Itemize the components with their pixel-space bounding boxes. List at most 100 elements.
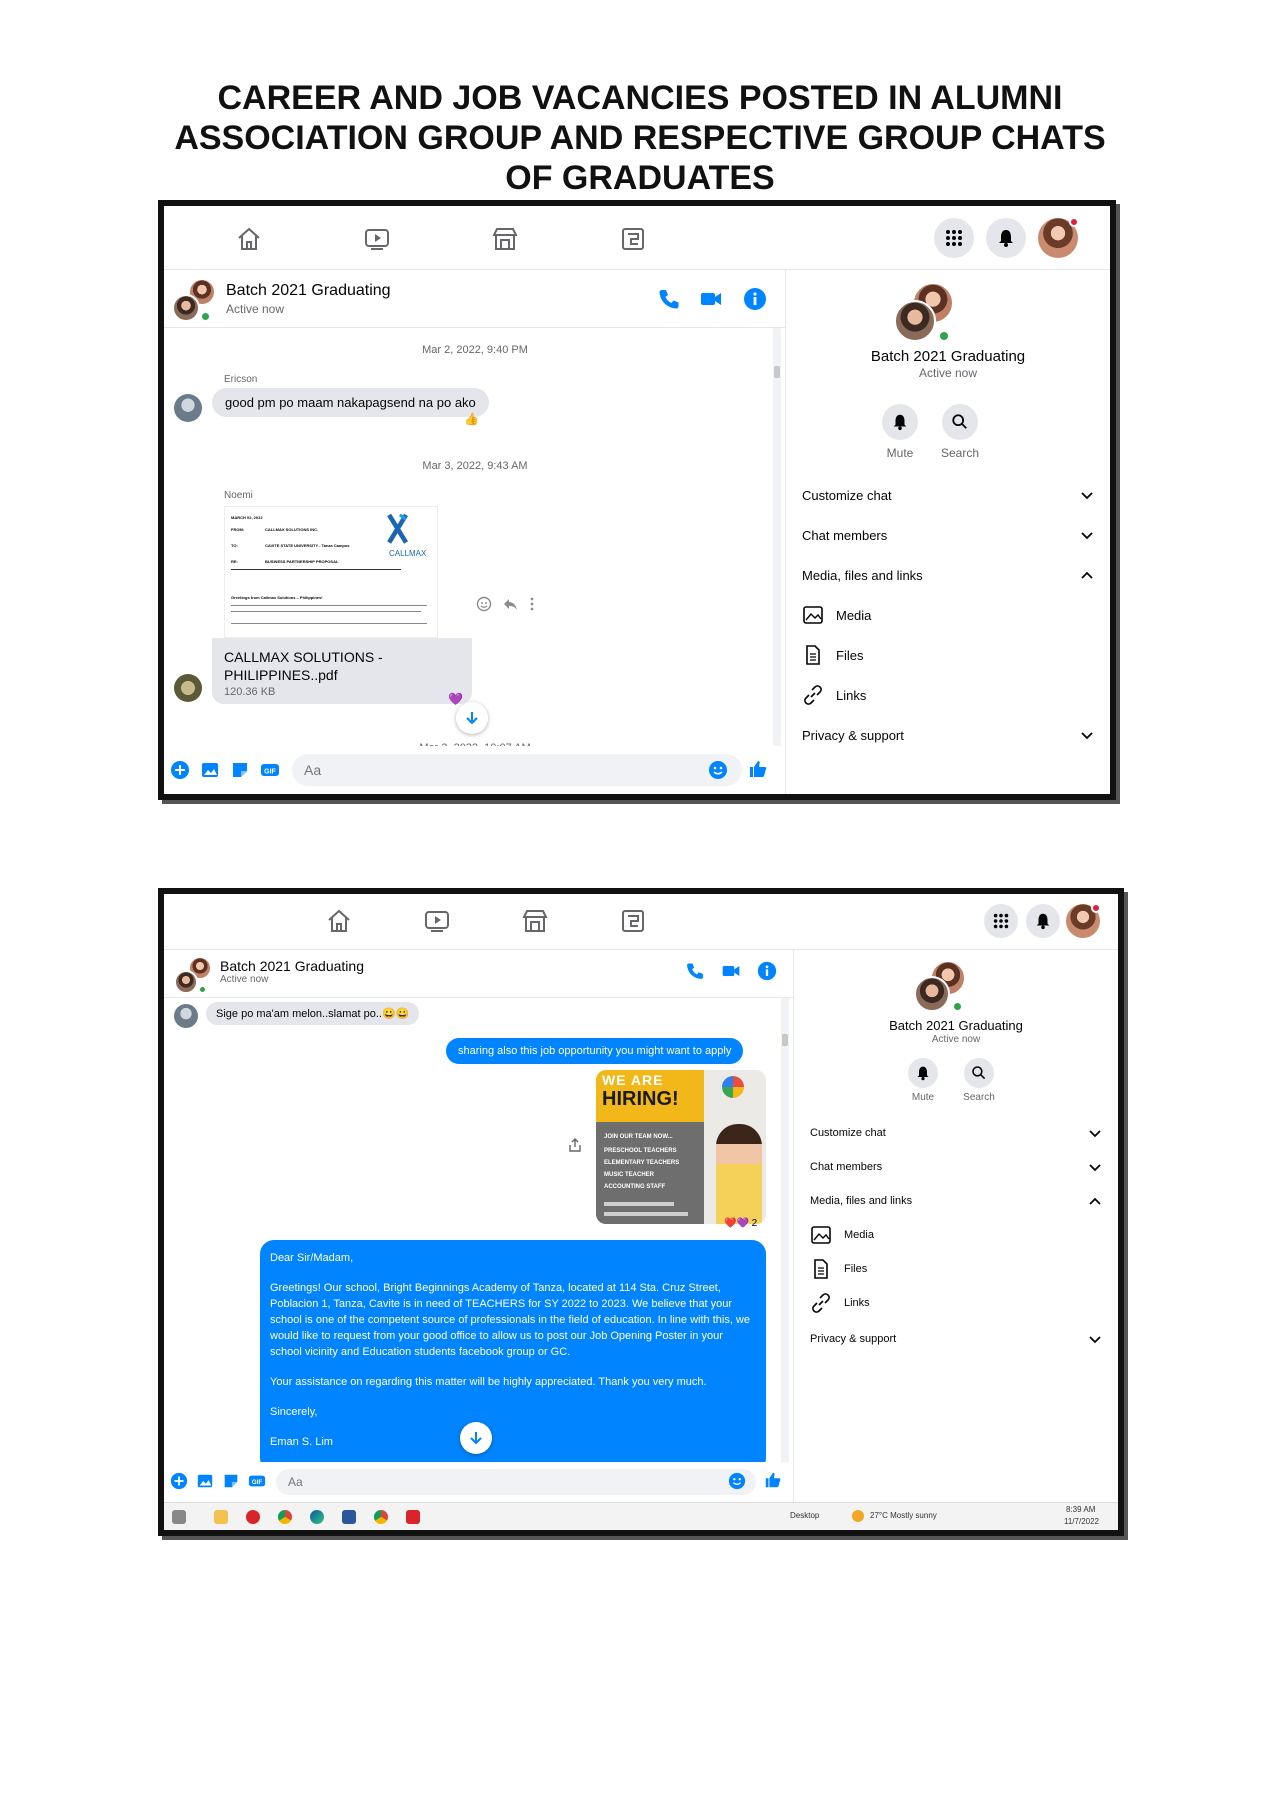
info-icon[interactable] bbox=[742, 286, 768, 312]
customize-chat-item[interactable]: Customize chat bbox=[810, 1118, 1102, 1148]
callmax-logo-text: CALLMAX bbox=[389, 549, 427, 558]
emoji-react-icon[interactable] bbox=[476, 596, 492, 612]
scroll-to-bottom-button[interactable] bbox=[456, 702, 488, 734]
home-icon[interactable] bbox=[324, 908, 354, 934]
media-files-links-label: Media, files and links bbox=[810, 1195, 913, 1207]
media-item[interactable]: Media bbox=[810, 1222, 874, 1248]
files-item[interactable]: Files bbox=[810, 1256, 867, 1282]
page-title-line-2: ASSOCIATION GROUP AND RESPECTIVE GROUP C… bbox=[174, 119, 1106, 157]
chat-name[interactable]: Batch 2021 Graduating bbox=[220, 958, 364, 974]
chat-members-item[interactable]: Chat members bbox=[802, 520, 1094, 550]
phone-call-icon[interactable] bbox=[684, 960, 706, 982]
menu-grid-button[interactable] bbox=[934, 218, 974, 258]
customize-chat-item[interactable]: Customize chat bbox=[802, 480, 1094, 510]
scrollbar[interactable] bbox=[781, 998, 789, 1474]
watch-video-icon[interactable] bbox=[362, 226, 392, 252]
pdf-preview[interactable]: CALLMAX MARCH 02, 2022 FROM: CALLMAX SOL… bbox=[224, 506, 438, 638]
plus-icon[interactable] bbox=[170, 1472, 188, 1490]
chat-name[interactable]: Batch 2021 Graduating bbox=[226, 282, 391, 300]
word-icon[interactable] bbox=[342, 1510, 356, 1524]
letter-message-bubble[interactable]: Dear Sir/Madam, Greetings! Our school, B… bbox=[260, 1240, 766, 1472]
notifications-button[interactable] bbox=[986, 218, 1026, 258]
media-files-links-item[interactable]: Media, files and links bbox=[802, 560, 1094, 590]
profile-avatar[interactable] bbox=[1038, 217, 1079, 258]
emoji-icon[interactable] bbox=[708, 760, 728, 780]
group-avatar[interactable] bbox=[174, 956, 212, 994]
page-title-line-3: OF GRADUATES bbox=[505, 159, 775, 197]
mute-button[interactable] bbox=[908, 1058, 938, 1088]
sticker-icon[interactable] bbox=[222, 1472, 240, 1490]
top-navigation-bar bbox=[164, 206, 1110, 270]
message-list: Mar 2, 2022, 9:40 PM Ericson good pm po … bbox=[164, 328, 785, 754]
files-label: Files bbox=[844, 1263, 868, 1275]
media-item[interactable]: Media bbox=[802, 602, 871, 628]
taskbar-time[interactable]: 8:39 AM bbox=[1066, 1505, 1095, 1514]
group-avatar-large[interactable] bbox=[914, 960, 966, 1012]
taskbar-weather[interactable]: 27°C Mostly sunny bbox=[870, 1511, 937, 1520]
video-call-icon[interactable] bbox=[698, 286, 724, 312]
gif-icon[interactable]: GIF bbox=[260, 760, 280, 780]
task-view-icon[interactable] bbox=[172, 1510, 186, 1524]
file-explorer-icon[interactable] bbox=[214, 1510, 228, 1524]
marketplace-icon[interactable] bbox=[490, 226, 520, 252]
group-avatar-large[interactable] bbox=[894, 282, 954, 342]
message-input[interactable] bbox=[292, 754, 742, 786]
links-item[interactable]: Links bbox=[810, 1290, 870, 1316]
privacy-support-item[interactable]: Privacy & support bbox=[802, 720, 1094, 750]
home-icon[interactable] bbox=[234, 226, 264, 252]
emoji-icon[interactable] bbox=[728, 1472, 746, 1490]
files-item[interactable]: Files bbox=[802, 642, 863, 668]
menu-grid-button[interactable] bbox=[984, 904, 1018, 938]
taskbar-date[interactable]: 11/7/2022 bbox=[1064, 1517, 1099, 1526]
plus-icon[interactable] bbox=[170, 760, 190, 780]
message-input[interactable] bbox=[276, 1469, 756, 1495]
chat-details-sidebar: Batch 2021 Graduating Active now Mute Se… bbox=[786, 270, 1110, 794]
chat-panel: Batch 2021 Graduating Active now Sige po… bbox=[164, 950, 794, 1502]
video-call-icon[interactable] bbox=[720, 960, 742, 982]
chevron-down-icon bbox=[1089, 1336, 1101, 1344]
scrollbar[interactable] bbox=[773, 328, 781, 752]
watch-video-icon[interactable] bbox=[422, 908, 452, 934]
photo-icon[interactable] bbox=[200, 760, 220, 780]
links-item[interactable]: Links bbox=[802, 682, 866, 708]
search-button[interactable] bbox=[964, 1058, 994, 1088]
phone-call-icon[interactable] bbox=[656, 286, 682, 312]
edge-icon[interactable] bbox=[310, 1510, 324, 1524]
poster-person-image bbox=[716, 1124, 762, 1224]
gif-icon[interactable]: GIF bbox=[248, 1472, 266, 1490]
chrome-icon[interactable] bbox=[374, 1510, 388, 1524]
search-button[interactable] bbox=[942, 404, 978, 440]
message-bubble[interactable]: Sige po ma'am melon..slamat po..😀😀 bbox=[206, 1002, 420, 1025]
info-icon[interactable] bbox=[756, 960, 778, 982]
mute-button[interactable] bbox=[882, 404, 918, 440]
more-options-icon[interactable] bbox=[528, 596, 536, 612]
attachment-name-line-2: PHILIPPINES..pdf bbox=[224, 667, 338, 683]
share-icon[interactable] bbox=[568, 1138, 582, 1152]
sticker-icon[interactable] bbox=[230, 760, 250, 780]
group-avatar[interactable] bbox=[172, 278, 216, 322]
reply-icon[interactable] bbox=[502, 596, 518, 612]
groups-icon[interactable] bbox=[618, 908, 648, 934]
hiring-poster-image[interactable]: WE ARE HIRING! JOIN OUR TEAM NOW... PRES… bbox=[596, 1070, 766, 1224]
media-files-links-item[interactable]: Media, files and links bbox=[810, 1186, 1102, 1216]
privacy-support-item[interactable]: Privacy & support bbox=[810, 1324, 1102, 1354]
chrome-icon[interactable] bbox=[278, 1510, 292, 1524]
scroll-to-bottom-button[interactable] bbox=[460, 1422, 492, 1454]
chat-members-item[interactable]: Chat members bbox=[810, 1152, 1102, 1182]
message-bubble-outgoing[interactable]: sharing also this job opportunity you mi… bbox=[446, 1038, 744, 1064]
photo-icon[interactable] bbox=[196, 1472, 214, 1490]
notifications-button[interactable] bbox=[1026, 904, 1060, 938]
sender-avatar bbox=[174, 1004, 198, 1028]
opera-icon[interactable] bbox=[246, 1510, 260, 1524]
thumbs-up-icon[interactable] bbox=[764, 1471, 782, 1489]
taskbar-desktop[interactable]: Desktop bbox=[790, 1511, 819, 1520]
school-logo-icon bbox=[722, 1076, 744, 1098]
thumbs-up-icon[interactable] bbox=[748, 759, 768, 779]
message-bubble[interactable]: good pm po maam nakapagsend na po ako bbox=[212, 388, 489, 417]
groups-icon[interactable] bbox=[618, 226, 648, 252]
marketplace-icon[interactable] bbox=[520, 908, 550, 934]
acrobat-icon[interactable] bbox=[406, 1510, 420, 1524]
pdf-attachment[interactable]: CALLMAX SOLUTIONS - PHILIPPINES..pdf 120… bbox=[212, 638, 472, 704]
notification-dot bbox=[1069, 217, 1079, 227]
profile-avatar[interactable] bbox=[1066, 903, 1101, 938]
